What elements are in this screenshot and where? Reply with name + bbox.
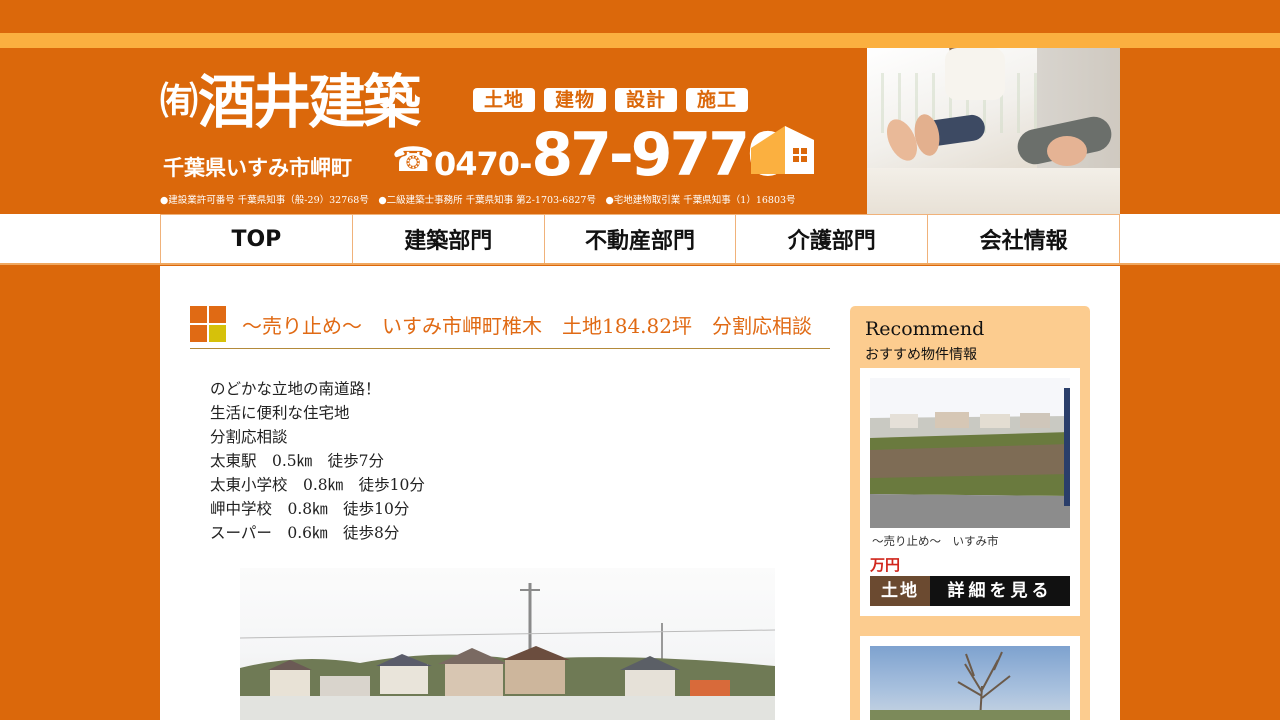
description-line: のどかな立地の南道路！	[210, 380, 381, 398]
service-tag-design: 設計	[615, 88, 677, 112]
grid-squares-icon	[190, 306, 226, 342]
description-line: 太東小学校 0.8㎞ 徒歩10分	[210, 476, 425, 494]
article-title: ～売り止め～ いすみ市岬町椎木 土地184.82坪 分割応相談	[242, 314, 812, 338]
description-line: スーパー 0.6㎞ 徒歩8分	[210, 524, 400, 542]
nav-item-real-estate[interactable]: 不動産部門	[544, 214, 737, 264]
property-category-label: 土地	[870, 576, 930, 606]
description-line: 分割応相談	[210, 428, 288, 446]
house-icon	[751, 126, 814, 174]
phone-icon: ☎	[392, 140, 435, 180]
service-tag-land: 土地	[473, 88, 535, 112]
description-line: 岬中学校 0.8㎞ 徒歩10分	[210, 500, 410, 518]
sidebar-subtitle: おすすめ物件情報	[865, 347, 977, 363]
property-card[interactable]	[860, 636, 1080, 720]
phone-main: 87-9770	[531, 120, 788, 190]
company-location: 千葉県いすみ市岬町	[163, 156, 352, 180]
company-logo[interactable]: ㈲酒井建築	[160, 66, 421, 137]
description-line: 太東駅 0.5㎞ 徒歩7分	[210, 452, 385, 470]
article-title-bar: ～売り止め～ いすみ市岬町椎木 土地184.82坪 分割応相談	[190, 306, 830, 349]
phone-prefix: 0470-	[434, 145, 532, 183]
service-tags: 土地 建物 設計 施工	[473, 88, 748, 112]
nav-item-care[interactable]: 介護部門	[736, 214, 929, 264]
property-card-button[interactable]: 土地 詳細を見る	[870, 576, 1070, 606]
property-card[interactable]: ～売り止め～ いすみ市 万円 土地 詳細を見る	[860, 368, 1080, 616]
phone-number[interactable]: 0470-87-9770	[434, 120, 789, 190]
header-family-photo	[867, 48, 1120, 214]
property-card-image[interactable]	[870, 378, 1070, 528]
property-card-image[interactable]	[870, 646, 1070, 720]
property-photo[interactable]	[240, 568, 775, 720]
nav-item-company[interactable]: 会社情報	[928, 214, 1120, 264]
nav-item-construction[interactable]: 建築部門	[352, 214, 545, 264]
nav-item-top[interactable]: TOP	[160, 214, 353, 264]
company-name: 酒井建築	[198, 68, 421, 136]
license-info: ●建設業許可番号 千葉県知事（般-29）32768号 ●二級建築士事務所 千葉県…	[160, 195, 796, 206]
main-nav: TOP 建築部門 不動産部門 介護部門 会社情報	[0, 214, 1280, 265]
property-description: のどかな立地の南道路！ 生活に便利な住宅地 分割応相談 太東駅 0.5㎞ 徒歩7…	[210, 377, 425, 545]
property-card-price: 万円	[870, 556, 901, 574]
description-line: 生活に便利な住宅地	[210, 404, 350, 422]
content-area: ～売り止め～ いすみ市岬町椎木 土地184.82坪 分割応相談 のどかな立地の南…	[160, 266, 1120, 720]
company-prefix: ㈲	[160, 79, 198, 123]
site-header: ㈲酒井建築 土地 建物 設計 施工 千葉県いすみ市岬町 ☎ 0470-87-97…	[160, 48, 1120, 214]
top-accent-line	[0, 33, 1280, 48]
service-tag-building: 建物	[544, 88, 606, 112]
recommend-sidebar: Recommend おすすめ物件情報 ～売り止め～ いすみ市 万円 土地 詳細を…	[850, 306, 1090, 720]
property-card-title: ～売り止め～ いすみ市	[872, 534, 999, 548]
nav-divider	[0, 263, 1280, 265]
view-details-button[interactable]: 詳細を見る	[930, 576, 1070, 606]
sidebar-title: Recommend	[865, 318, 985, 340]
service-tag-construction: 施工	[686, 88, 748, 112]
top-strip	[0, 0, 1280, 33]
